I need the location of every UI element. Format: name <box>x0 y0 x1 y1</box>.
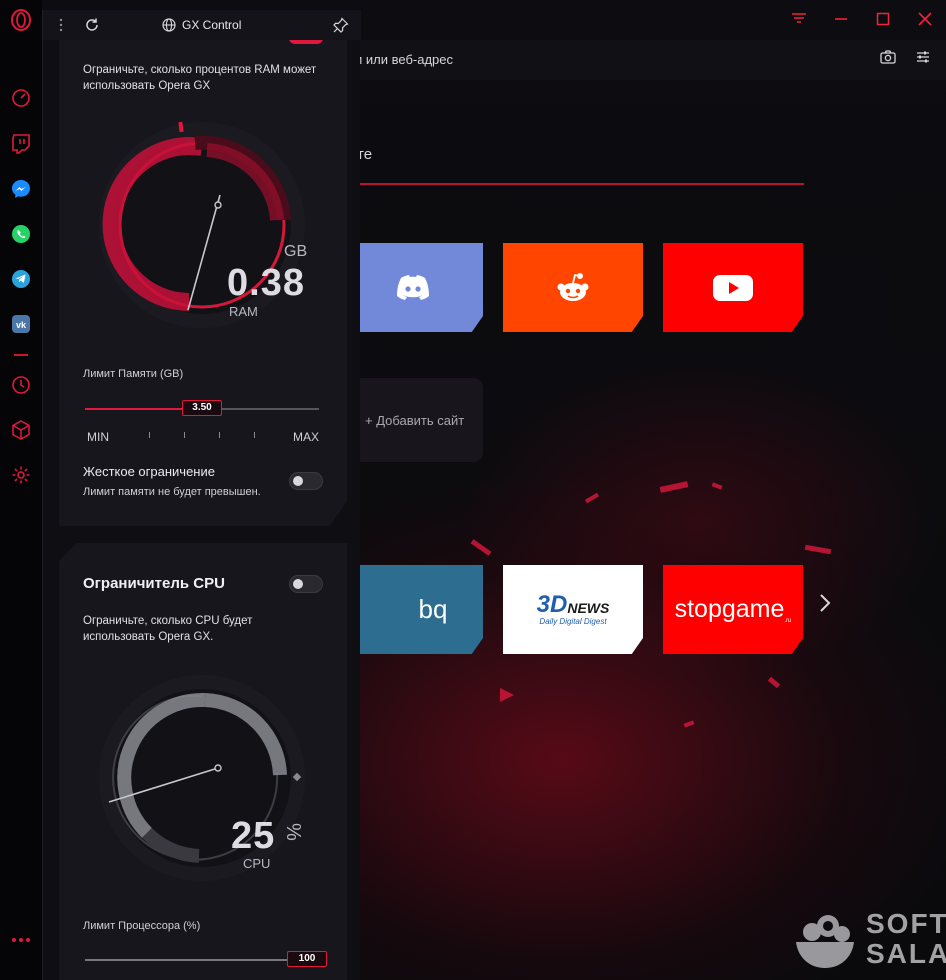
discord-icon <box>397 274 429 300</box>
maximize-icon[interactable] <box>872 8 894 30</box>
ram-tick <box>254 432 255 438</box>
cpu-description: Ограничьте, сколько CPU будет использова… <box>83 615 253 643</box>
stopgame-logo-text: stopgame <box>674 595 785 623</box>
cube-icon[interactable] <box>9 418 33 442</box>
speedometer-icon[interactable] <box>9 86 33 110</box>
3dnews-logo: 3D NEWS <box>536 590 610 618</box>
address-bar-icons <box>880 50 930 69</box>
watermark-line1: SOFT <box>866 908 946 939</box>
cpu-gauge <box>99 675 305 881</box>
vk-icon[interactable]: vk <box>9 312 33 336</box>
svg-text:vk: vk <box>16 320 27 330</box>
reddit-icon <box>557 272 589 301</box>
telegram-icon[interactable] <box>9 267 33 291</box>
hard-limit-toggle[interactable] <box>289 472 323 490</box>
ram-unit-top: GB <box>284 243 308 260</box>
cpu-unit-bottom: CPU <box>243 856 271 871</box>
sidebar-separator <box>14 354 28 356</box>
ram-limiter-card: Ограничьте, сколько процентов RAM может … <box>59 30 347 526</box>
cpu-unit-symbol: % <box>282 823 304 841</box>
add-site-button[interactable]: + Добавить сайт <box>357 378 483 462</box>
cpu-limiter-card: Ограничитель CPU Ограничьте, сколько CPU… <box>59 543 347 980</box>
ram-max-label: MAX <box>293 430 320 444</box>
whatsapp-icon[interactable] <box>9 222 33 246</box>
ram-gauge <box>99 121 305 328</box>
menu-icon[interactable] <box>788 8 810 30</box>
add-site-label: + Добавить сайт <box>365 412 465 428</box>
speed-dial-bq[interactable]: bq <box>343 565 483 654</box>
pin-icon[interactable] <box>333 17 349 36</box>
refresh-icon[interactable] <box>84 17 100 36</box>
gx-control-panel: Ограничьте, сколько процентов RAM может … <box>42 10 361 980</box>
speed-dial-3dnews[interactable]: 3D NEWS Daily Digital Digest <box>503 565 643 654</box>
opera-gx-logo-icon[interactable] <box>9 8 33 32</box>
sidebar: vk <box>0 0 42 980</box>
camera-icon[interactable] <box>880 50 896 69</box>
watermark-line2: SALAD <box>866 938 946 969</box>
ram-description: Ограничьте, сколько процентов RAM может … <box>83 64 317 92</box>
cpu-limit-value[interactable]: 100 <box>287 951 327 967</box>
salad-bowl-icon <box>796 915 854 968</box>
cpu-limit-label: Лимит Процессора (%) <box>83 920 201 932</box>
messenger-icon[interactable] <box>9 177 33 201</box>
cpu-limiter-toggle[interactable] <box>289 575 323 593</box>
drag-handle-icon[interactable] <box>59 18 63 35</box>
close-icon[interactable] <box>914 8 936 30</box>
twitch-icon[interactable] <box>9 132 33 156</box>
settings-icon[interactable] <box>9 463 33 487</box>
speed-dial-reddit[interactable] <box>503 243 643 332</box>
search-underline <box>357 183 804 185</box>
ram-tick <box>149 432 150 438</box>
panel-title: GX Control <box>182 18 242 32</box>
ram-limit-value[interactable]: 3.50 <box>182 400 222 416</box>
speed-dial-discord[interactable] <box>343 243 483 332</box>
easy-setup-icon[interactable] <box>916 50 930 69</box>
speed-dial-stopgame[interactable]: stopgame .ru <box>663 565 803 654</box>
youtube-icon <box>713 274 753 301</box>
3dnews-tagline: Daily Digital Digest <box>539 616 607 626</box>
cpu-limiter-title: Ограничитель CPU <box>83 575 225 592</box>
cpu-limit-fill <box>85 959 313 961</box>
minimize-icon[interactable] <box>830 8 852 30</box>
ram-min-label: MIN <box>87 430 109 444</box>
ram-value: 0.38 <box>227 262 305 304</box>
ram-tick <box>184 432 185 438</box>
more-icon[interactable] <box>9 928 33 952</box>
ram-unit-bottom: RAM <box>229 304 258 319</box>
bq-logo-text: bq <box>418 594 448 624</box>
speed-dial-youtube[interactable] <box>663 243 803 332</box>
chevron-right-icon[interactable] <box>818 592 832 620</box>
history-icon[interactable] <box>9 373 33 397</box>
globe-icon <box>162 18 176 35</box>
cpu-value: 25 <box>231 815 276 857</box>
window-controls <box>788 8 936 30</box>
gx-control-header: GX Control <box>43 10 361 40</box>
ram-tick <box>219 432 220 438</box>
hard-limit-description: Лимит памяти не будет превышен. <box>83 486 261 498</box>
hard-limit-title: Жесткое ограничение <box>83 464 215 479</box>
address-input[interactable]: и или веб-адрес <box>355 52 453 67</box>
softsalad-watermark: SOFT SALAD <box>790 904 946 974</box>
ram-limit-label: Лимит Памяти (GB) <box>83 368 184 380</box>
